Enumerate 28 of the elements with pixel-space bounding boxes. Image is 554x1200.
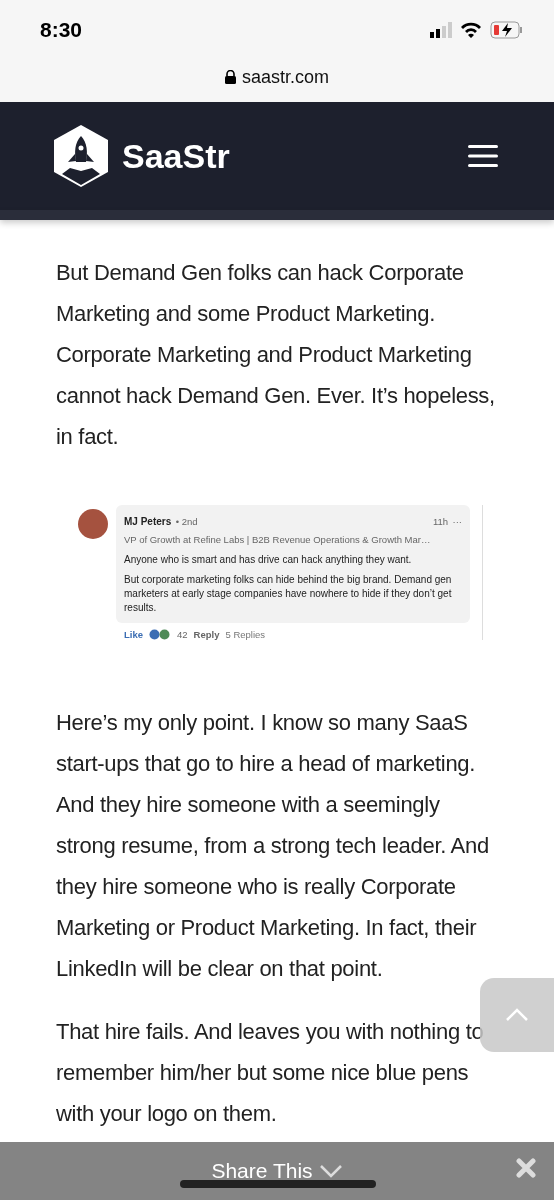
signal-icon [430, 22, 452, 38]
connection-degree: • 2nd [175, 516, 198, 527]
reaction-icons [149, 629, 171, 640]
article-paragraph: That hire fails. And leaves you with nothing to remember him/her but some nice blue pens with your logo on them. [56, 1018, 485, 1128]
battery-icon [490, 21, 524, 39]
lock-icon [225, 70, 236, 84]
chevron-down-icon [318, 1164, 343, 1178]
article-paragraph: But Demand Gen folks can hack Corporate Marketing and some Product Marketing. Corporate Marketing and Product Marketing cannot hack Demand Gen. Ever. It’s hopeless, in fact. [56, 259, 496, 451]
share-button[interactable]: Share This [211, 1159, 343, 1183]
close-button[interactable] [516, 1158, 536, 1178]
logo-text[interactable]: SaaStr [122, 136, 230, 176]
status-time: 8:30 [40, 18, 83, 42]
wifi-icon [460, 22, 482, 38]
comment-time: 11h [432, 516, 449, 527]
rocket-logo-icon[interactable] [52, 124, 110, 188]
more-options[interactable]: ··· [452, 516, 462, 527]
reply-link[interactable]: Reply [193, 629, 220, 640]
avatar [78, 509, 108, 539]
url-text[interactable]: saastr.com [242, 66, 329, 88]
reaction-count: 42 [177, 629, 188, 640]
comment-text: But corporate marketing folks can hide behind the big brand. Demand gen marketers at early stage companies have nowhere to hide if they don’t get results. [124, 573, 453, 615]
article-paragraph: Here’s my only point. I know so many SaaS start-ups that go to hire a head of marketing. And they hire someone with a seemingly strong resume, from a strong tech leader. And they hire someone who is really Corporate Marketing or Product Marketing. In fact, their LinkedIn will be clear on that point. [56, 709, 490, 983]
chevron-up-icon [505, 1008, 529, 1022]
replies-link[interactable]: 5 Replies [225, 629, 266, 640]
like-link[interactable]: Like [124, 629, 143, 640]
author-headline: VP of Growth at Refine Labs | B2B Revenue Operations & Growth Mar… [124, 534, 431, 545]
author-name[interactable]: MJ Peters [124, 516, 172, 527]
comment-text: Anyone who is smart and has drive can hack anything they want. [124, 553, 413, 567]
